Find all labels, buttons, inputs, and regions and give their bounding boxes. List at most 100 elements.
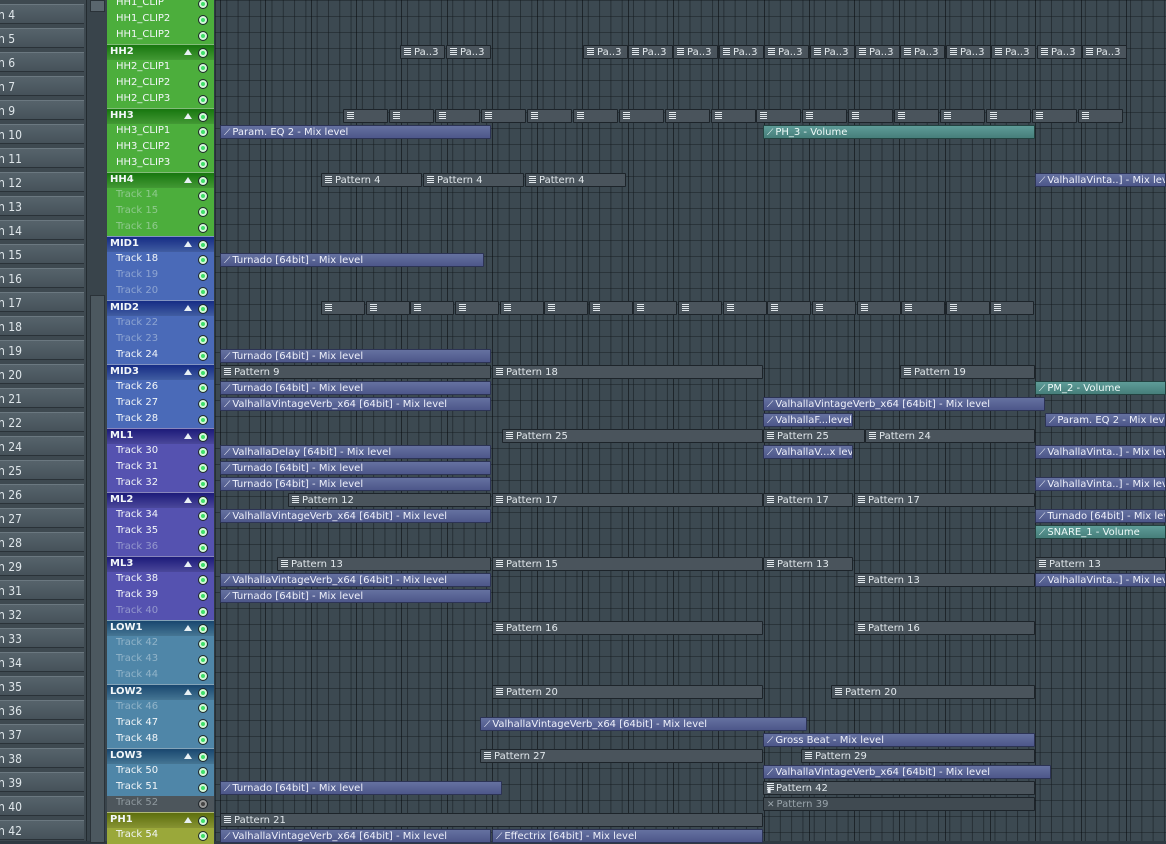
collapse-triangle-icon[interactable]: [184, 369, 192, 375]
track-header[interactable]: Track 24: [107, 348, 214, 364]
pattern-clip[interactable]: Pattern 25: [502, 429, 763, 443]
track-enable-led-icon[interactable]: [198, 527, 208, 537]
channel-picker-item[interactable]: n 33: [0, 628, 84, 648]
channel-picker-item[interactable]: n 26: [0, 484, 84, 504]
track-header[interactable]: Track 54: [107, 828, 214, 844]
pattern-clip[interactable]: [366, 301, 410, 315]
automation-clip[interactable]: Turnado [64bit] - Mix level: [220, 381, 491, 395]
track-header[interactable]: Track 32: [107, 476, 214, 492]
pattern-clip[interactable]: [901, 301, 945, 315]
track-enable-led-icon[interactable]: [198, 511, 208, 521]
pattern-clip[interactable]: [678, 301, 722, 315]
collapse-triangle-icon[interactable]: [184, 689, 192, 695]
pattern-clip[interactable]: [756, 109, 801, 123]
pattern-clip[interactable]: Pattern 15: [492, 557, 763, 571]
automation-clip[interactable]: ValhallaVintageVerb_x64 [64bit] - Mix le…: [220, 509, 491, 523]
track-enable-led-icon[interactable]: [198, 383, 208, 393]
pattern-clip[interactable]: Pattern 9: [220, 365, 491, 379]
automation-clip[interactable]: ValhallaF...level: [763, 413, 853, 427]
track-header[interactable]: Track 22: [107, 316, 214, 332]
track-enable-led-icon[interactable]: [198, 207, 208, 217]
track-header[interactable]: Track 28: [107, 412, 214, 428]
track-header[interactable]: ML3: [107, 556, 214, 572]
pattern-clip[interactable]: [940, 109, 985, 123]
pattern-clip[interactable]: [619, 109, 664, 123]
channel-picker-item[interactable]: n 10: [0, 124, 84, 144]
pattern-clip[interactable]: Pattern 17: [492, 493, 763, 507]
pattern-clip[interactable]: Pattern 25: [763, 429, 865, 443]
collapse-triangle-icon[interactable]: [184, 625, 192, 631]
pattern-clip[interactable]: [946, 301, 990, 315]
automation-clip[interactable]: ValhallaVinta..] - Mix level: [1035, 477, 1166, 491]
track-header[interactable]: HH1_CLIP2: [107, 12, 214, 28]
track-enable-led-icon[interactable]: [198, 463, 208, 473]
track-enable-led-icon[interactable]: [198, 159, 208, 169]
track-enable-led-icon[interactable]: [198, 0, 208, 9]
track-enable-led-icon[interactable]: [198, 655, 208, 665]
automation-clip[interactable]: PM_2 - Volume: [1035, 381, 1166, 395]
collapse-triangle-icon[interactable]: [184, 433, 192, 439]
pattern-clip[interactable]: Pa..3: [628, 45, 673, 59]
track-header[interactable]: Track 39: [107, 588, 214, 604]
track-header[interactable]: Track 46: [107, 700, 214, 716]
pattern-clip[interactable]: Pa..3: [946, 45, 991, 59]
automation-clip[interactable]: Turnado [64bit] - Mix level: [220, 781, 502, 795]
track-header[interactable]: HH2_CLIP3: [107, 92, 214, 108]
track-enable-led-icon[interactable]: [198, 703, 208, 713]
pattern-clip[interactable]: [481, 109, 526, 123]
automation-clip[interactable]: ValhallaVinta..] - Mix level: [1035, 573, 1166, 587]
pattern-clip[interactable]: Pa..3: [855, 45, 900, 59]
automation-clip[interactable]: ValhallaVintageVerb_x64 [64bit] - Mix le…: [480, 717, 807, 731]
track-enable-led-icon[interactable]: [198, 319, 208, 329]
pattern-clip[interactable]: Pa..3: [446, 45, 491, 59]
track-enable-led-icon[interactable]: [198, 767, 208, 777]
pattern-clip[interactable]: [500, 301, 544, 315]
pattern-clip[interactable]: [665, 109, 710, 123]
pattern-clip[interactable]: Pattern 4: [423, 173, 524, 187]
channel-picker-item[interactable]: n 24: [0, 436, 84, 456]
track-enable-led-icon[interactable]: [198, 127, 208, 137]
scrollbar-thumb[interactable]: [90, 295, 105, 843]
track-header[interactable]: Track 44: [107, 668, 214, 684]
track-enable-led-icon[interactable]: [198, 479, 208, 489]
pattern-clip[interactable]: Pattern 13: [1035, 557, 1166, 571]
track-enable-led-icon[interactable]: [198, 591, 208, 601]
pattern-clip[interactable]: Pattern 4: [525, 173, 626, 187]
track-header[interactable]: Track 35: [107, 524, 214, 540]
track-header[interactable]: HH1_CLIP: [107, 0, 214, 12]
track-enable-led-icon[interactable]: [198, 688, 208, 698]
pattern-clip[interactable]: Pattern 16: [854, 621, 1035, 635]
channel-picker-item[interactable]: n 22: [0, 412, 84, 432]
pattern-clip[interactable]: [410, 301, 454, 315]
track-header[interactable]: Track 48: [107, 732, 214, 748]
track-enable-led-icon[interactable]: [198, 368, 208, 378]
track-header[interactable]: Track 40: [107, 604, 214, 620]
track-header[interactable]: ML2: [107, 492, 214, 508]
channel-picker-item[interactable]: n 21: [0, 388, 84, 408]
track-enable-led-icon[interactable]: [198, 735, 208, 745]
track-enable-led-icon[interactable]: [198, 831, 208, 841]
track-header[interactable]: HH2_CLIP2: [107, 76, 214, 92]
track-header[interactable]: Track 42: [107, 636, 214, 652]
channel-picker-item[interactable]: n 29: [0, 556, 84, 576]
pattern-clip[interactable]: Pattern 24: [865, 429, 1035, 443]
pattern-clip[interactable]: [633, 301, 677, 315]
pattern-clip[interactable]: [711, 109, 756, 123]
pattern-clip[interactable]: [802, 109, 847, 123]
pattern-clip[interactable]: [527, 109, 572, 123]
automation-clip[interactable]: Gross Beat - Mix level: [763, 733, 1035, 747]
track-header[interactable]: HH2_CLIP1: [107, 60, 214, 76]
pattern-clip[interactable]: Pattern 16: [492, 621, 763, 635]
track-header[interactable]: Track 50: [107, 764, 214, 780]
channel-picker-item[interactable]: n 16: [0, 268, 84, 288]
automation-clip[interactable]: Turnado [64bit] - Mix level: [220, 461, 491, 475]
pattern-clip[interactable]: Pa..3: [764, 45, 809, 59]
track-enable-led-icon[interactable]: [198, 351, 208, 361]
track-header[interactable]: MID2: [107, 300, 214, 316]
pattern-clip[interactable]: [1078, 109, 1123, 123]
pattern-clip[interactable]: Pa..3: [719, 45, 764, 59]
pattern-clip[interactable]: Pattern 13: [763, 557, 853, 571]
track-header[interactable]: Track 36: [107, 540, 214, 556]
channel-picker-item[interactable]: n 34: [0, 652, 84, 672]
automation-clip[interactable]: Param. EQ 2 - Mix level: [220, 125, 491, 139]
